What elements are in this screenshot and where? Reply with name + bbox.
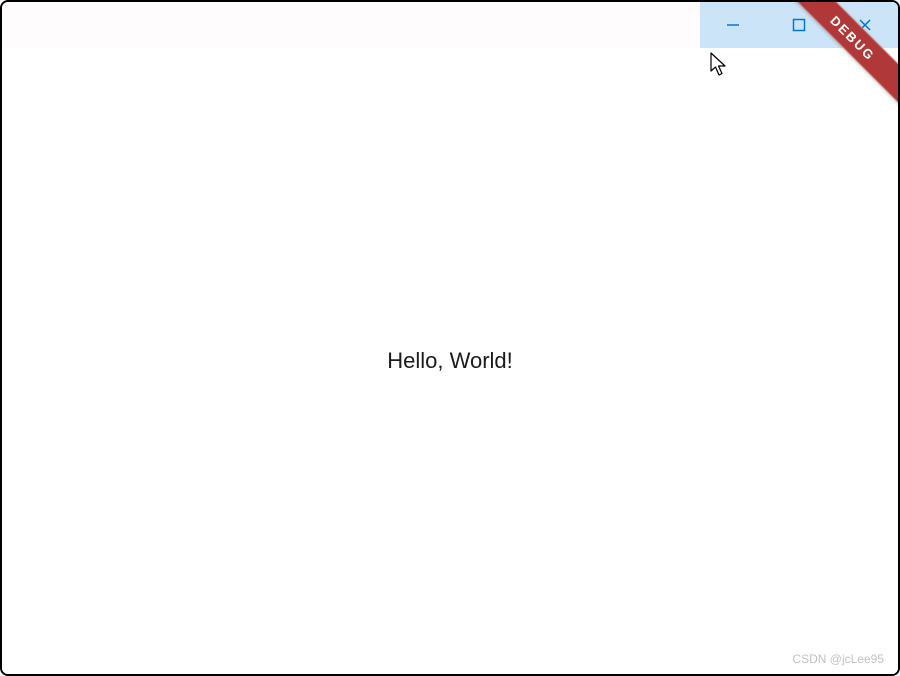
watermark-text: CSDN @jcLee95 bbox=[792, 652, 884, 666]
close-icon bbox=[858, 18, 872, 32]
window-controls bbox=[700, 2, 898, 48]
titlebar bbox=[2, 2, 898, 48]
maximize-icon bbox=[792, 18, 806, 32]
maximize-button[interactable] bbox=[766, 2, 832, 48]
close-button[interactable] bbox=[832, 2, 898, 48]
app-window: Hello, World! DEBUG CSDN @jcLee95 bbox=[0, 0, 900, 676]
minimize-button[interactable] bbox=[700, 2, 766, 48]
minimize-icon bbox=[726, 18, 740, 32]
content-area: Hello, World! bbox=[2, 48, 898, 674]
hello-world-label: Hello, World! bbox=[387, 348, 513, 374]
